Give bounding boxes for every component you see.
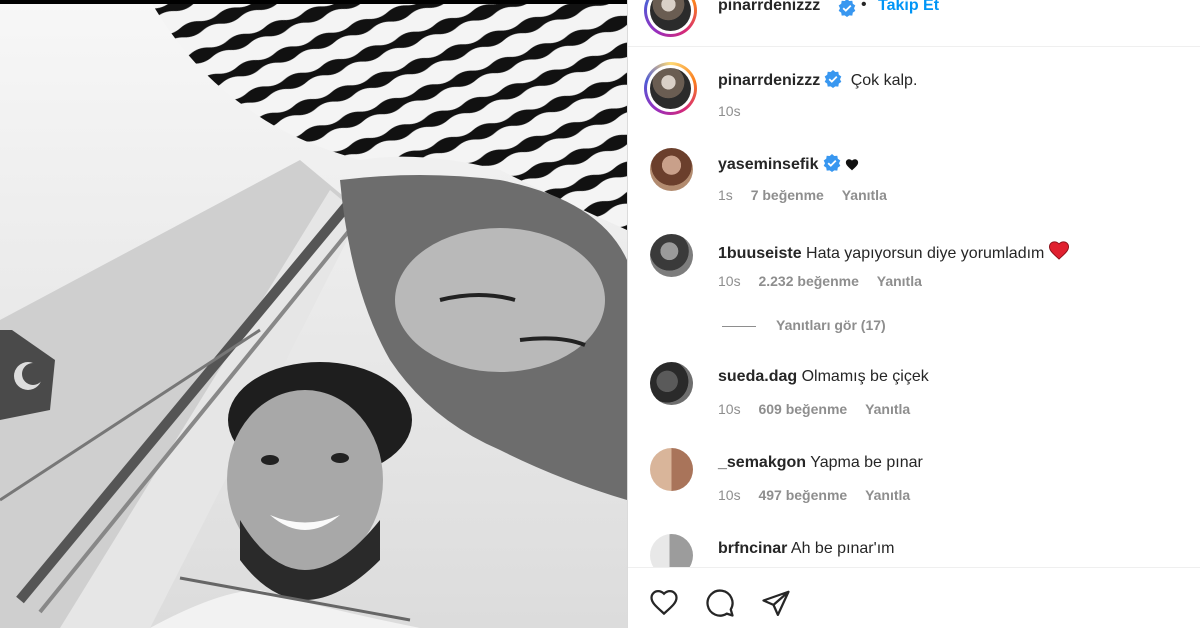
verified-badge-icon: [823, 154, 840, 172]
comment-time: 10s: [718, 401, 741, 417]
caption-avatar[interactable]: [644, 62, 697, 115]
red-heart-icon: [1049, 241, 1070, 260]
caption-meta: 10s: [718, 103, 755, 119]
black-heart-icon: [845, 159, 858, 171]
comment-username[interactable]: brfncinar: [718, 540, 787, 557]
comment-text: Hata yapıyorsun diye yorumladım: [806, 245, 1045, 262]
comment-username[interactable]: _semakgon: [718, 454, 806, 471]
comment-line: brfncinar Ah be pınar'ım: [718, 540, 894, 558]
comment-meta: 1s 7 beğenme Yanıtla: [718, 187, 901, 203]
commenter-avatar[interactable]: [650, 148, 693, 191]
photo-top-edge: [0, 0, 627, 4]
comments-list[interactable]: pinarrdenizzz Çok kalp. 10s yaseminsefik: [628, 47, 1200, 567]
verified-badge-icon: [838, 0, 856, 17]
comment-text: Ah be pınar'ım: [790, 540, 895, 557]
comment-username[interactable]: sueda.dag: [718, 368, 797, 385]
header-separator: •: [861, 0, 867, 13]
comment-line: _semakgon Yapma be pınar: [718, 454, 923, 472]
reply-button[interactable]: Yanıtla: [877, 273, 922, 289]
comment-line: 1buuseiste Hata yapıyorsun diye yorumlad…: [718, 240, 1070, 263]
comment-time: 1s: [718, 187, 733, 203]
comment-username[interactable]: yaseminsefik: [718, 156, 819, 173]
comment-likes[interactable]: 497 beğenme: [758, 487, 847, 503]
view-replies-label: Yanıtları gör (17): [776, 317, 886, 333]
comment-username[interactable]: 1buuseiste: [718, 245, 802, 262]
comment-meta: 10s 2.232 beğenme Yanıtla: [718, 273, 936, 289]
comment-likes[interactable]: 2.232 beğenme: [758, 273, 858, 289]
comment-line: yaseminsefik: [718, 154, 859, 174]
comment-line: sueda.dag Olmamış be çiçek: [718, 368, 929, 386]
paper-plane-icon[interactable]: [761, 588, 791, 618]
comment-meta: 10s 497 beğenme Yanıtla: [718, 487, 924, 503]
comment-likes[interactable]: 7 beğenme: [751, 187, 824, 203]
post-header: pinarrdenizzz • Takip Et: [628, 0, 1200, 47]
view-replies-button[interactable]: Yanıtları gör (17): [722, 317, 886, 333]
comments-panel: pinarrdenizzz • Takip Et pinarrdenizzz Ç…: [628, 0, 1200, 628]
post-photo-image: [0, 0, 627, 628]
comment-text: Yapma be pınar: [810, 454, 923, 471]
commenter-avatar[interactable]: [650, 234, 693, 277]
author-avatar[interactable]: [644, 0, 697, 37]
caption-text: Çok kalp.: [850, 72, 918, 89]
comment-likes[interactable]: 609 beğenme: [758, 401, 847, 417]
reply-button[interactable]: Yanıtla: [842, 187, 887, 203]
replies-divider-line: [722, 325, 756, 327]
caption-username[interactable]: pinarrdenizzz: [718, 72, 820, 89]
comment-text: Olmamış be çiçek: [801, 368, 929, 385]
post-photo[interactable]: [0, 0, 627, 628]
caption-time: 10s: [718, 103, 741, 119]
verified-badge-icon: [824, 70, 842, 88]
comment-bubble-icon[interactable]: [705, 588, 735, 618]
comment-time: 10s: [718, 273, 741, 289]
comment-time: 10s: [718, 487, 741, 503]
reply-button[interactable]: Yanıtla: [865, 487, 910, 503]
caption-line: pinarrdenizzz Çok kalp.: [718, 70, 917, 90]
post-actions-bar: [628, 567, 1200, 628]
commenter-avatar[interactable]: [650, 362, 693, 405]
heart-icon[interactable]: [649, 588, 679, 618]
reply-button[interactable]: Yanıtla: [865, 401, 910, 417]
comment-meta: 10s 609 beğenme Yanıtla: [718, 401, 924, 417]
commenter-avatar[interactable]: [650, 448, 693, 491]
follow-button[interactable]: Takip Et: [878, 0, 939, 15]
author-username[interactable]: pinarrdenizzz: [718, 0, 820, 15]
commenter-avatar[interactable]: [650, 534, 693, 567]
